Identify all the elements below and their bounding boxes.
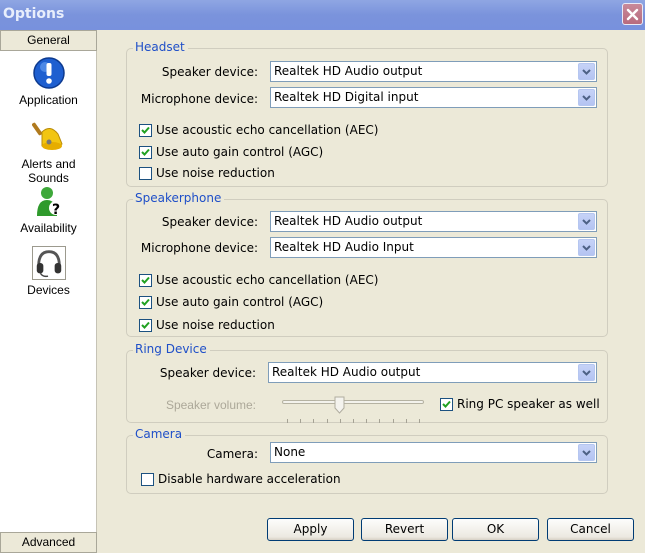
revert-button[interactable]: Revert bbox=[361, 518, 448, 541]
checkmark-icon bbox=[141, 298, 150, 306]
cancel-button[interactable]: Cancel bbox=[547, 518, 634, 541]
sidebar-tab-general[interactable]: General bbox=[0, 30, 97, 51]
chevron-down-icon[interactable] bbox=[578, 239, 595, 256]
availability-icon: ? bbox=[36, 187, 63, 218]
checkbox[interactable] bbox=[139, 123, 152, 137]
speakerphone-speaker-select[interactable]: Realtek HD Audio output bbox=[270, 211, 597, 232]
checkbox[interactable] bbox=[141, 472, 154, 486]
slider-tick bbox=[313, 419, 315, 423]
headset-speaker-select[interactable]: Realtek HD Audio output bbox=[270, 61, 597, 82]
ring-device-title: Ring Device bbox=[133, 342, 210, 356]
camera-label: Camera: bbox=[206, 447, 258, 461]
apply-button[interactable]: Apply bbox=[267, 518, 354, 541]
slider-tick bbox=[339, 419, 341, 423]
headset-agc-checkbox[interactable]: Use auto gain control (AGC) bbox=[139, 145, 323, 159]
slider-tick bbox=[287, 419, 288, 423]
bell-icon bbox=[31, 122, 63, 150]
checkmark-icon bbox=[442, 400, 451, 408]
checkbox[interactable] bbox=[139, 318, 152, 332]
slider-tick bbox=[392, 419, 394, 423]
ok-button[interactable]: OK bbox=[452, 518, 539, 541]
ring-speaker-select[interactable]: Realtek HD Audio output bbox=[268, 362, 597, 383]
checkbox[interactable] bbox=[139, 145, 152, 159]
sidebar: General Application Alerts and Sounds ? … bbox=[0, 30, 97, 553]
sidebar-item-devices[interactable]: Devices bbox=[0, 246, 97, 297]
speakerphone-title: Speakerphone bbox=[133, 191, 225, 205]
speakerphone-speaker-label: Speaker device: bbox=[161, 215, 258, 229]
slider-tick bbox=[353, 419, 354, 423]
checkmark-icon bbox=[141, 321, 150, 329]
close-button[interactable] bbox=[622, 3, 643, 25]
checkmark-icon bbox=[141, 276, 150, 284]
headset-speaker-label: Speaker device: bbox=[161, 65, 258, 79]
speakerphone-mic-label: Microphone device: bbox=[140, 241, 258, 255]
sidebar-item-alerts[interactable]: Alerts and Sounds bbox=[0, 120, 97, 185]
slider-tick bbox=[379, 419, 381, 423]
slider-thumb[interactable] bbox=[334, 396, 345, 414]
disable-hw-accel-checkbox[interactable]: Disable hardware acceleration bbox=[141, 472, 341, 486]
sidebar-item-application[interactable]: Application bbox=[0, 56, 97, 107]
close-icon bbox=[626, 8, 639, 20]
slider-track bbox=[282, 400, 424, 404]
checkmark-icon bbox=[141, 148, 150, 156]
chevron-down-icon[interactable] bbox=[578, 364, 595, 381]
sidebar-item-availability[interactable]: ? Availability bbox=[0, 184, 97, 235]
headset-mic-label: Microphone device: bbox=[140, 92, 258, 106]
slider-tick bbox=[405, 419, 407, 423]
chevron-down-icon[interactable] bbox=[578, 89, 595, 106]
chevron-down-icon[interactable] bbox=[578, 63, 595, 80]
svg-text:?: ? bbox=[51, 202, 59, 218]
headset-aec-checkbox[interactable]: Use acoustic echo cancellation (AEC) bbox=[139, 123, 378, 137]
headset-title: Headset bbox=[133, 40, 188, 54]
chevron-down-icon[interactable] bbox=[578, 213, 595, 230]
info-icon bbox=[32, 57, 65, 89]
slider-tick bbox=[366, 419, 368, 423]
headset-mic-select[interactable]: Realtek HD Digital input bbox=[270, 87, 597, 108]
sidebar-tab-advanced[interactable]: Advanced bbox=[0, 532, 97, 553]
chevron-down-icon[interactable] bbox=[578, 444, 595, 461]
checkbox[interactable] bbox=[139, 166, 152, 180]
title-bar: Options bbox=[0, 0, 645, 30]
headset-noise-reduction-checkbox[interactable]: Use noise reduction bbox=[139, 166, 275, 180]
ring-pc-speaker-checkbox[interactable]: Ring PC speaker as well bbox=[440, 397, 600, 411]
sidebar-item-label: Alerts and Sounds bbox=[21, 157, 76, 185]
sidebar-item-label: Devices bbox=[27, 283, 70, 297]
slider-tick bbox=[300, 419, 302, 423]
checkbox[interactable] bbox=[440, 397, 453, 411]
camera-select[interactable]: None bbox=[270, 442, 597, 463]
speakerphone-mic-select[interactable]: Realtek HD Audio Input bbox=[270, 237, 597, 258]
headset-icon bbox=[31, 246, 66, 280]
slider-tick bbox=[326, 419, 328, 423]
ring-volume-slider[interactable] bbox=[282, 396, 424, 424]
speakerphone-noise-reduction-checkbox[interactable]: Use noise reduction bbox=[139, 318, 275, 332]
checkbox[interactable] bbox=[139, 295, 152, 309]
slider-tick bbox=[419, 419, 420, 423]
sidebar-item-label: Availability bbox=[20, 221, 77, 235]
ring-speaker-label: Speaker device: bbox=[159, 366, 256, 380]
speakerphone-agc-checkbox[interactable]: Use auto gain control (AGC) bbox=[139, 295, 323, 309]
checkbox[interactable] bbox=[139, 273, 152, 287]
camera-title: Camera bbox=[133, 427, 186, 441]
window-title: Options bbox=[3, 6, 65, 22]
checkmark-icon bbox=[141, 126, 150, 134]
sidebar-item-label: Application bbox=[19, 93, 78, 107]
ring-volume-label: Speaker volume: bbox=[165, 398, 256, 412]
speakerphone-aec-checkbox[interactable]: Use acoustic echo cancellation (AEC) bbox=[139, 273, 378, 287]
